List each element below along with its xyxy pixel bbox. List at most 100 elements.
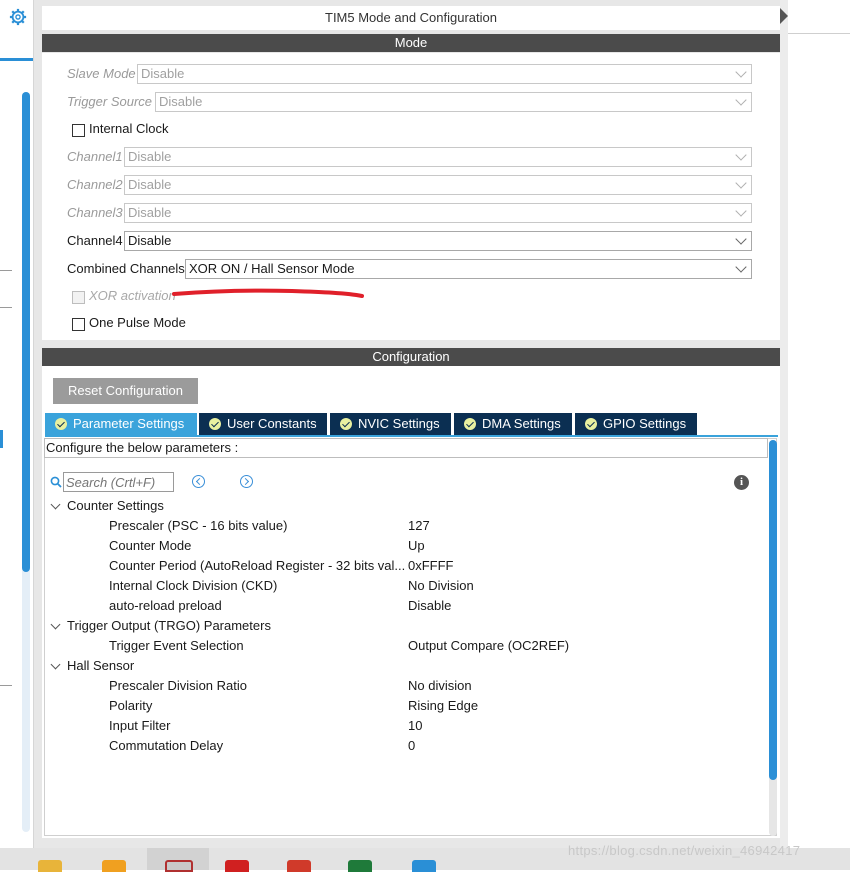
slave-mode-select[interactable]: Disable	[137, 64, 752, 84]
group-title: Trigger Output (TRGO) Parameters	[67, 618, 271, 633]
param-name: Counter Period (AutoReload Register - 32…	[109, 558, 406, 573]
param-name: Trigger Event Selection	[109, 638, 244, 653]
combined-channels-value: XOR ON / Hall Sensor Mode	[189, 261, 355, 276]
param-row[interactable]: Prescaler Division Ratio No division	[0, 676, 760, 696]
excel-icon[interactable]	[348, 860, 372, 872]
group-trigger-output[interactable]: Trigger Output (TRGO) Parameters	[48, 616, 748, 636]
check-icon	[585, 418, 597, 430]
one-pulse-mode-checkbox[interactable]	[72, 318, 85, 331]
channel4-label: Channel4	[67, 233, 123, 248]
window-title: TIM5 Mode and Configuration	[42, 6, 780, 30]
param-row[interactable]: Input Filter 10	[0, 716, 760, 736]
param-row[interactable]: Polarity Rising Edge	[0, 696, 760, 716]
chevron-down-icon	[50, 659, 61, 670]
param-name: Prescaler (PSC - 16 bits value)	[109, 518, 288, 533]
channel2-label: Channel2	[67, 177, 123, 192]
trigger-source-select[interactable]: Disable	[155, 92, 752, 112]
chevron-down-icon	[735, 205, 747, 217]
one-pulse-mode-label: One Pulse Mode	[89, 315, 186, 330]
param-scroll-thumb[interactable]	[769, 440, 777, 780]
param-value[interactable]: 0	[408, 736, 415, 756]
param-row[interactable]: Counter Period (AutoReload Register - 32…	[0, 556, 760, 576]
chevron-down-icon	[50, 499, 61, 510]
tab-nvic-settings[interactable]: NVIC Settings	[330, 413, 451, 435]
param-name: Internal Clock Division (CKD)	[109, 578, 278, 593]
param-row[interactable]: Prescaler (PSC - 16 bits value) 127	[0, 516, 760, 536]
channel3-value: Disable	[128, 205, 172, 220]
param-value[interactable]: 0xFFFF	[408, 556, 454, 576]
param-value[interactable]: 127	[408, 516, 430, 536]
check-icon	[340, 418, 352, 430]
param-name: Prescaler Division Ratio	[109, 678, 247, 693]
left-scrollbar[interactable]	[22, 92, 30, 572]
param-value[interactable]: Output Compare (OC2REF)	[408, 636, 569, 656]
app-icon[interactable]	[102, 860, 126, 872]
channel1-label: Channel1	[67, 149, 123, 164]
right-rail	[780, 0, 788, 848]
param-row[interactable]: Internal Clock Division (CKD) No Divisio…	[0, 576, 760, 596]
chevron-down-icon	[735, 261, 747, 273]
chevron-down-icon	[735, 66, 747, 78]
nav-prev-icon[interactable]	[192, 475, 205, 488]
tab-label: Parameter Settings	[73, 416, 185, 431]
param-value[interactable]: Up	[408, 536, 425, 556]
tab-gpio-settings[interactable]: GPIO Settings	[575, 413, 697, 435]
param-value[interactable]: 10	[408, 716, 422, 736]
search-icon[interactable]	[50, 476, 62, 488]
internal-clock-checkbox[interactable]	[72, 124, 85, 137]
info-icon[interactable]: i	[734, 475, 749, 490]
group-title: Hall Sensor	[67, 658, 135, 673]
app-icon[interactable]	[287, 860, 311, 872]
xor-activation-label: XOR activation	[89, 288, 176, 303]
check-icon	[209, 418, 221, 430]
group-counter-settings[interactable]: Counter Settings	[48, 496, 748, 516]
internal-clock-label: Internal Clock	[89, 121, 169, 136]
watermark: https://blog.csdn.net/weixin_46942417	[568, 843, 801, 858]
channel2-select[interactable]: Disable	[124, 175, 752, 195]
tab-user-constants[interactable]: User Constants	[199, 413, 327, 435]
collapse-arrow-icon[interactable]	[780, 8, 788, 24]
param-value[interactable]: No Division	[408, 576, 474, 596]
nav-next-icon[interactable]	[240, 475, 253, 488]
left-selection-marker	[0, 430, 3, 448]
param-value[interactable]: No division	[408, 676, 472, 696]
tab-parameter-settings[interactable]: Parameter Settings	[45, 413, 197, 435]
xor-activation-checkbox[interactable]	[72, 291, 85, 304]
chevron-down-icon	[735, 177, 747, 189]
channel4-value: Disable	[128, 233, 172, 248]
app-icon[interactable]	[225, 860, 249, 872]
configure-hint: Configure the below parameters :	[44, 438, 768, 458]
param-row[interactable]: auto-reload preload Disable	[0, 596, 760, 616]
group-title: Counter Settings	[67, 498, 164, 513]
folder-icon[interactable]	[38, 860, 62, 872]
tab-label: User Constants	[227, 416, 317, 431]
check-icon	[464, 418, 476, 430]
chevron-down-icon	[735, 94, 747, 106]
trigger-source-label: Trigger Source	[67, 94, 153, 109]
param-scrollbar[interactable]	[769, 440, 777, 836]
param-name: Input Filter	[109, 718, 171, 733]
divider	[0, 307, 12, 308]
combined-channels-select[interactable]: XOR ON / Hall Sensor Mode	[185, 259, 752, 279]
channel1-value: Disable	[128, 149, 172, 164]
tab-underline	[45, 435, 778, 437]
reset-configuration-button[interactable]: Reset Configuration	[53, 378, 198, 404]
param-row[interactable]: Trigger Event Selection Output Compare (…	[0, 636, 760, 656]
param-value[interactable]: Disable	[408, 596, 451, 616]
divider	[0, 270, 12, 271]
tab-label: DMA Settings	[482, 416, 561, 431]
mode-header: Mode	[42, 34, 780, 52]
channel1-select[interactable]: Disable	[124, 147, 752, 167]
param-row[interactable]: Commutation Delay 0	[0, 736, 760, 756]
search-input[interactable]	[63, 472, 174, 492]
channel3-select[interactable]: Disable	[124, 203, 752, 223]
group-hall-sensor[interactable]: Hall Sensor	[48, 656, 748, 676]
app-icon[interactable]	[165, 860, 193, 872]
param-row[interactable]: Counter Mode Up	[0, 536, 760, 556]
gear-icon[interactable]	[9, 8, 27, 26]
param-value[interactable]: Rising Edge	[408, 696, 478, 716]
tab-dma-settings[interactable]: DMA Settings	[454, 413, 572, 435]
app-icon[interactable]	[412, 860, 436, 872]
slave-mode-value: Disable	[141, 66, 185, 81]
channel4-select[interactable]: Disable	[124, 231, 752, 251]
